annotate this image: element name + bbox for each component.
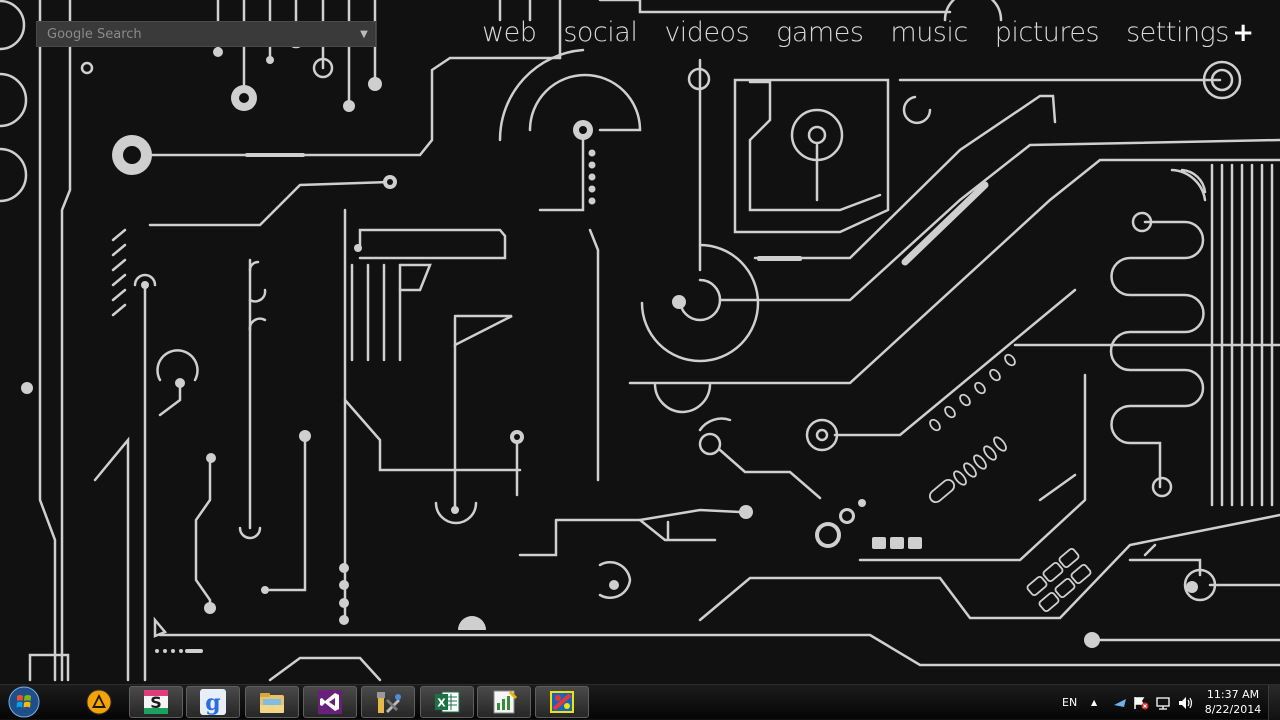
search-input[interactable] <box>37 21 353 47</box>
nav-videos[interactable]: videos <box>664 17 749 48</box>
tools-icon <box>377 692 401 713</box>
clock-time: 11:37 AM <box>1206 688 1260 701</box>
svg-text:g: g <box>205 690 220 716</box>
visual-studio-icon <box>318 690 342 714</box>
chevron-up-icon: ▲ <box>1091 698 1098 707</box>
start-button[interactable] <box>6 686 42 718</box>
add-button[interactable]: + <box>1232 18 1254 48</box>
language-indicator[interactable]: EN <box>1062 685 1077 720</box>
show-desktop-button[interactable] <box>1268 685 1280 720</box>
google-search-box[interactable]: ▼ <box>36 21 376 47</box>
tray-volume[interactable] <box>1178 685 1194 720</box>
taskbar-visual-studio[interactable] <box>303 686 357 718</box>
tray-update[interactable] <box>1113 685 1127 720</box>
show-hidden-icons[interactable]: ▲ <box>1091 685 1097 720</box>
taskbar-vlc[interactable] <box>72 686 126 718</box>
system-clock[interactable]: 11:37 AM 8/22/2014 <box>1202 687 1264 717</box>
google-icon: g <box>200 689 226 716</box>
nav-music[interactable]: music <box>890 17 968 48</box>
taskbar-paint[interactable] <box>535 686 589 718</box>
paint-icon <box>550 691 574 713</box>
windows-explorer-icon <box>260 693 284 713</box>
taskbar-excel[interactable]: X <box>420 686 474 718</box>
clock-date: 8/22/2014 <box>1204 703 1262 716</box>
taskbar-chart-app[interactable] <box>477 686 531 718</box>
flag-arrow-icon <box>1114 698 1126 707</box>
volume-icon <box>1179 696 1193 709</box>
nav-settings[interactable]: settings <box>1126 17 1229 48</box>
action-center-flag-icon <box>1134 696 1149 709</box>
circuit-wallpaper <box>0 0 1280 684</box>
taskbar: S g X EN ▲ 11:37 AM 8/22/2014 <box>0 684 1280 720</box>
taskbar-sheets[interactable]: S <box>129 686 183 718</box>
taskbar-tools[interactable] <box>361 686 415 718</box>
start-orb-icon <box>8 686 40 718</box>
top-navigation: web social videos games music pictures s… <box>482 12 1280 52</box>
sheets-s-icon: S <box>144 690 168 714</box>
nav-pictures[interactable]: pictures <box>995 17 1100 48</box>
taskbar-explorer[interactable] <box>245 686 299 718</box>
nav-games[interactable]: games <box>776 17 864 48</box>
taskbar-google[interactable]: g <box>186 686 240 718</box>
svg-text:X: X <box>437 697 446 710</box>
chart-app-icon <box>493 690 518 714</box>
svg-text:S: S <box>150 693 162 712</box>
tray-network[interactable] <box>1156 685 1172 720</box>
vlc-player-icon <box>86 689 112 715</box>
nav-social[interactable]: social <box>563 17 637 48</box>
excel-icon: X <box>435 691 460 713</box>
nav-web[interactable]: web <box>482 17 537 48</box>
dropdown-arrow-icon[interactable]: ▼ <box>353 22 375 46</box>
tray-action-center[interactable] <box>1133 685 1149 720</box>
network-icon <box>1156 696 1170 710</box>
